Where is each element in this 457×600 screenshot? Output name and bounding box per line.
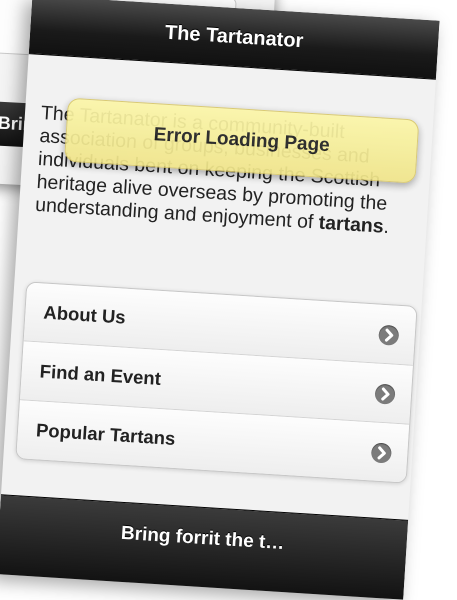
arrow-right-circle-icon — [374, 383, 396, 405]
arrow-right-circle-icon — [370, 442, 392, 464]
main-screen: The Tartanator The Tartanator is a commu… — [0, 0, 440, 600]
intro-end: . — [382, 215, 390, 239]
arrow-right-circle-icon — [378, 324, 400, 346]
error-message: Error Loading Page — [153, 124, 331, 157]
intro-strong-text: tartans — [318, 211, 385, 238]
content-area: The Tartanator is a community-built asso… — [1, 53, 436, 518]
nav-list: About Us Find an Event Popular Tartans — [15, 281, 418, 484]
nav-item-label: Popular Tartans — [35, 419, 176, 450]
nav-item-label: About Us — [42, 301, 127, 328]
footer-title: Bring forrit the t… — [120, 522, 285, 555]
page-title: The Tartanator — [164, 21, 305, 52]
nav-item-label: Find an Event — [39, 360, 162, 389]
